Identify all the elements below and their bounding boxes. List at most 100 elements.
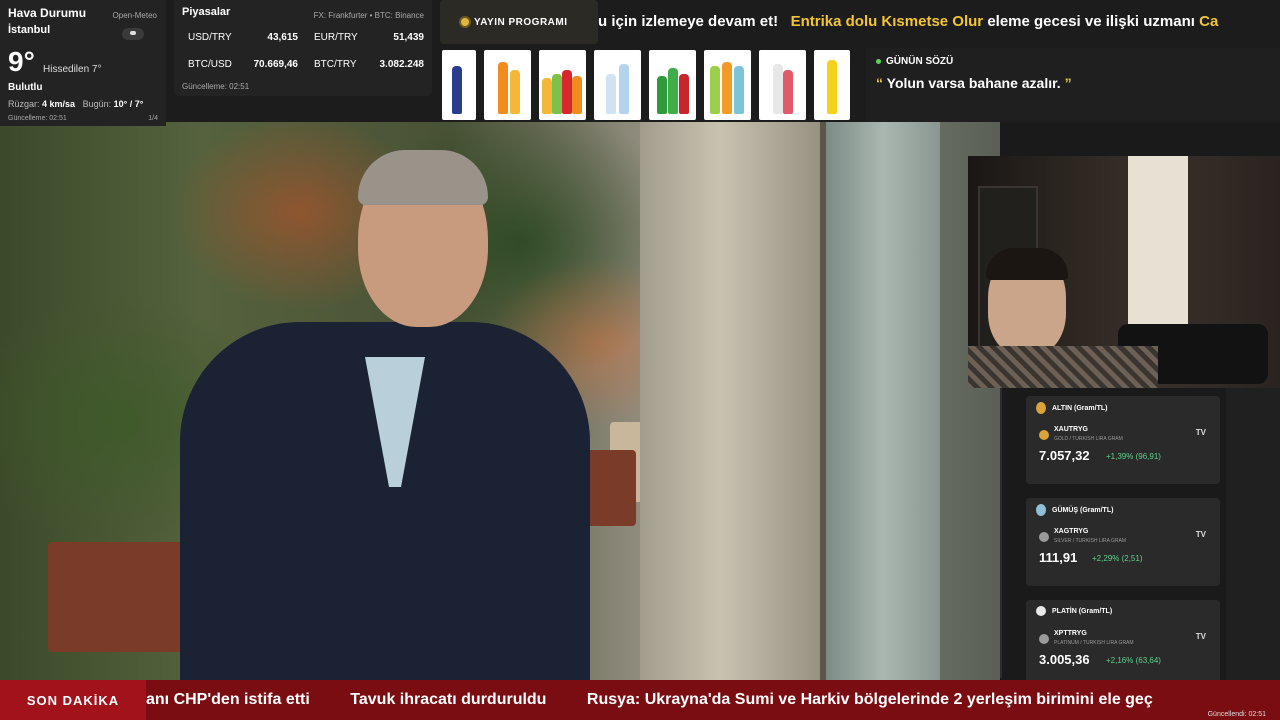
stone-wall xyxy=(640,122,840,680)
metal-title: PLATİN (Gram/TL) xyxy=(1052,607,1113,615)
breaking-label: SON DAKİKA xyxy=(0,680,146,720)
bottle-icon xyxy=(619,64,629,114)
metal-title: ALTIN (Gram/TL) xyxy=(1052,404,1108,412)
metal-change: +2,16% (63,64) xyxy=(1106,656,1161,665)
market-label: BTC/TRY xyxy=(314,59,357,70)
weather-source: Open-Meteo xyxy=(112,11,157,20)
metal-desc: SILVER / TURKISH LIRA GRAM xyxy=(1054,538,1127,544)
bottle-icon xyxy=(452,66,462,114)
coin-icon xyxy=(1039,634,1049,644)
market-value: 51,439 xyxy=(393,32,424,43)
breaking-news-bar: SON DAKİKA anı CHP'den istifa etti Tavuk… xyxy=(0,680,1280,720)
bottle-icon xyxy=(773,64,783,114)
product-image xyxy=(814,50,850,120)
bottle-icon xyxy=(542,78,552,114)
markets-updated: Güncelleme: 02:51 xyxy=(182,82,250,91)
metal-header: ALTIN (Gram/TL) xyxy=(1036,402,1107,414)
webcam-feed xyxy=(968,156,1280,388)
ticker-highlight: Entrika dolu Kısmetse Olur xyxy=(790,13,984,30)
bottle-icon xyxy=(783,70,793,114)
wind-value: 4 km/sa xyxy=(42,99,76,109)
bottle-icon xyxy=(572,76,582,114)
stream-overlay: Hava Durumu Open-Meteo İstanbul 9° Hisse… xyxy=(0,0,1280,720)
quote-title-text: GÜNÜN SÖZÜ xyxy=(886,56,954,67)
news-item: Tavuk ihracatı durduruldu xyxy=(350,691,547,708)
product-image xyxy=(649,50,696,120)
breaking-ticker: anı CHP'den istifa etti Tavuk ihracatı d… xyxy=(146,680,1280,720)
ticker-text: u için izlemeye devam et! xyxy=(598,13,779,30)
weather-page: 1/4 xyxy=(148,115,158,122)
market-value: 43,615 xyxy=(267,32,298,43)
tradingview-icon[interactable]: TV xyxy=(1196,530,1206,539)
product-image xyxy=(594,50,641,120)
coin-icon xyxy=(1039,532,1049,542)
today-label: Bugün: xyxy=(82,99,112,109)
video-scene xyxy=(0,122,1000,680)
weather-wind: Rüzgar: 4 km/sa Bugün: 10° / 7° xyxy=(8,99,143,109)
metal-header: PLATİN (Gram/TL) xyxy=(1036,606,1112,616)
market-label: USD/TRY xyxy=(188,32,232,43)
metal-price: 111,91 xyxy=(1039,550,1078,565)
metal-desc: PLATINUM / TURKISH LIRA GRAM xyxy=(1054,640,1134,646)
window-light xyxy=(1128,156,1188,326)
bottle-icon xyxy=(510,70,520,114)
metal-desc: GOLD / TURKISH LIRA GRAM xyxy=(1054,436,1123,442)
broadcast-ticker: u için izlemeye devam et! Entrika dolu K… xyxy=(598,0,1280,44)
bottle-icon xyxy=(679,74,689,114)
streamer-shirt xyxy=(968,346,1158,388)
bottle-icon xyxy=(710,66,720,114)
metal-card-silver: GÜMÜŞ (Gram/TL) XAGTRYG SILVER / TURKISH… xyxy=(1026,498,1220,586)
open-quote-mark: “ xyxy=(876,75,883,91)
metal-symbol: XPTTRYG xyxy=(1054,630,1087,637)
quote-title: GÜNÜN SÖZÜ xyxy=(876,56,1270,67)
cloud-icon xyxy=(122,28,144,40)
quote-of-day: GÜNÜN SÖZÜ “ Yolun varsa bahane azalır. … xyxy=(866,48,1280,122)
news-item: Rusya: Ukrayna'da Sumi ve Harkiv bölgele… xyxy=(586,691,1153,708)
garden-door xyxy=(820,122,940,680)
bottle-icon xyxy=(827,60,837,114)
coin-icon xyxy=(1039,430,1049,440)
sponsor-products xyxy=(442,50,858,122)
close-quote-mark: ” xyxy=(1064,75,1072,91)
bottle-icon xyxy=(657,76,667,114)
product-image xyxy=(704,50,751,120)
market-row: USD/TRY 43,615 xyxy=(188,32,298,43)
bottle-icon xyxy=(606,74,616,114)
bottle-icon xyxy=(562,70,572,114)
bottle-icon xyxy=(668,68,678,114)
wind-label: Rüzgar: xyxy=(8,99,40,109)
product-image xyxy=(442,50,476,120)
broadcast-label: YAYIN PROGRAMI xyxy=(474,16,568,28)
medal-icon xyxy=(1036,606,1046,616)
metal-symbol: XAUTRYG xyxy=(1054,426,1088,433)
streamer-hair xyxy=(986,248,1068,280)
metal-card-gold: ALTIN (Gram/TL) XAUTRYG GOLD / TURKISH L… xyxy=(1026,396,1220,484)
weather-updated: Güncelleme: 02:51 xyxy=(8,115,67,122)
metal-header: GÜMÜŞ (Gram/TL) xyxy=(1036,504,1113,516)
product-image xyxy=(484,50,531,120)
market-value: 3.082.248 xyxy=(379,59,425,70)
bottle-icon xyxy=(552,74,562,114)
markets-source: FX: Frankfurter • BTC: Binance xyxy=(313,11,424,20)
medal-icon xyxy=(1036,504,1046,516)
ticker-highlight: Ca xyxy=(1199,13,1219,30)
quote-body: Yolun varsa bahane azalır. xyxy=(886,75,1061,91)
green-dot-icon xyxy=(876,59,881,64)
tradingview-icon[interactable]: TV xyxy=(1196,632,1206,641)
market-label: EUR/TRY xyxy=(314,32,358,43)
market-row: EUR/TRY 51,439 xyxy=(314,32,424,43)
weather-feels: Hissedilen 7° xyxy=(43,64,102,75)
bottle-icon xyxy=(734,66,744,114)
weather-widget: Hava Durumu Open-Meteo İstanbul 9° Hisse… xyxy=(0,0,166,126)
quote-text: “ Yolun varsa bahane azalır. ” xyxy=(876,75,1270,91)
metal-price: 3.005,36 xyxy=(1039,652,1090,667)
person-hair xyxy=(358,150,488,205)
markets-widget: Piyasalar FX: Frankfurter • BTC: Binance… xyxy=(174,0,432,96)
medal-icon xyxy=(1036,402,1046,414)
bottle-icon xyxy=(722,62,732,114)
metal-card-platinum: PLATİN (Gram/TL) XPTTRYG PLATINUM / TURK… xyxy=(1026,600,1220,688)
metal-title: GÜMÜŞ (Gram/TL) xyxy=(1052,506,1114,514)
tradingview-icon[interactable]: TV xyxy=(1196,428,1206,437)
market-row: BTC/USD 70.669,46 xyxy=(188,59,298,70)
live-dot-icon xyxy=(461,18,469,26)
